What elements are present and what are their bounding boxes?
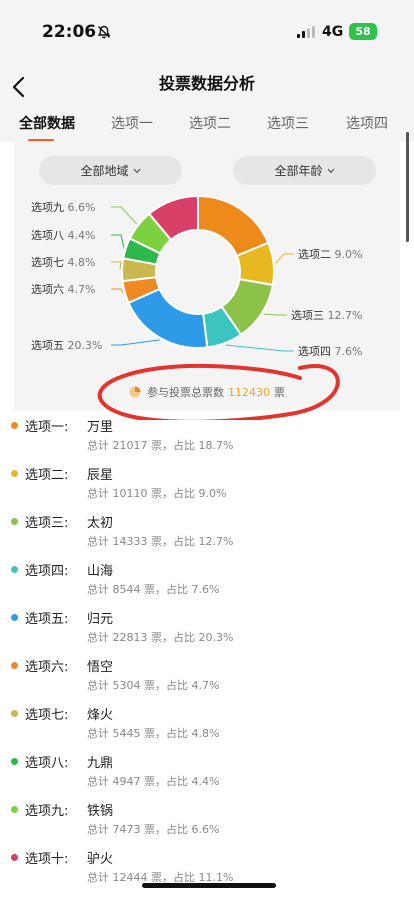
color-dot — [11, 662, 18, 669]
item-detail: 总计 5445 票，占比 4.8% — [87, 727, 220, 740]
leader-line — [111, 339, 160, 346]
leader-line — [275, 253, 294, 264]
item-label: 选项八: — [25, 756, 69, 771]
list-item: 选项四: 山海总计 8544 票，占比 7.6% — [0, 556, 414, 604]
total-suffix: 票 — [274, 386, 285, 399]
list-item: 选项三: 太初总计 14333 票，占比 12.7% — [0, 508, 414, 556]
item-label: 选项一: — [25, 420, 69, 435]
item-label: 选项二: — [25, 468, 69, 483]
item-name: 太初 — [87, 516, 114, 531]
item-detail: 总计 5304 票，占比 4.7% — [87, 679, 220, 692]
color-dot — [11, 854, 18, 861]
total-value: 112430 — [228, 385, 270, 399]
slice-label: 选项八 4.4% — [31, 229, 95, 242]
pie-chart-icon — [129, 386, 141, 398]
slice-label: 选项五 20.3% — [31, 339, 102, 352]
item-label: 选项四: — [25, 564, 69, 579]
item-name: 归元 — [87, 612, 114, 627]
home-indicator — [142, 883, 276, 888]
slice-percent: 6.6% — [68, 201, 96, 214]
item-name: 驴火 — [87, 852, 114, 867]
item-label: 选项三: — [25, 516, 69, 531]
item-detail: 总计 10110 票，占比 9.0% — [87, 487, 227, 500]
list-item: 选项一: 万里总计 21017 票，占比 18.7% — [0, 412, 414, 460]
color-dot — [11, 566, 18, 573]
slice-percent: 9.0% — [335, 248, 363, 261]
total-votes: 参与投票总票数 112430 票 — [0, 380, 414, 404]
list-item: 选项六: 悟空总计 5304 票，占比 4.7% — [0, 652, 414, 700]
slice-percent: 4.7% — [68, 283, 96, 296]
item-label: 选项六: — [25, 660, 69, 675]
slice-percent: 12.7% — [328, 309, 363, 322]
color-dot — [11, 758, 18, 765]
total-prefix: 参与投票总票数 — [147, 386, 224, 399]
vote-donut-chart: 选项二 9.0% 选项三 12.7% 选项四 7.6% 选项五 20.3% 选项六 4.… — [31, 194, 362, 420]
leader-line — [111, 234, 125, 248]
item-label: 选项十: — [25, 852, 69, 867]
color-dot — [11, 710, 18, 717]
leader-line — [111, 206, 137, 225]
slice-label: 选项三 12.7% — [291, 309, 362, 322]
list-item: 选项二: 辰星总计 10110 票，占比 9.0% — [0, 460, 414, 508]
color-dot — [11, 518, 18, 525]
item-name: 烽火 — [87, 708, 114, 723]
item-detail: 总计 7473 票，占比 6.6% — [87, 823, 220, 836]
item-detail: 总计 8544 票，占比 7.6% — [87, 583, 220, 596]
slice-percent: 4.8% — [68, 256, 96, 269]
leader-line — [111, 288, 124, 293]
slice-label: 选项四 7.6% — [298, 345, 362, 358]
color-dot — [11, 422, 18, 429]
slice-label: 选项七 4.8% — [31, 256, 95, 269]
item-detail: 总计 22813 票，占比 20.3% — [87, 631, 234, 644]
slice-label: 选项九 6.6% — [31, 201, 95, 214]
slice-label: 选项六 4.7% — [31, 283, 95, 296]
leader-line — [111, 261, 122, 270]
item-detail: 总计 21017 票，占比 18.7% — [87, 439, 234, 452]
item-detail: 总计 14333 票，占比 12.7% — [87, 535, 234, 548]
list-item: 选项七: 烽火总计 5445 票，占比 4.8% — [0, 700, 414, 748]
item-label: 选项五: — [25, 612, 69, 627]
item-name: 悟空 — [87, 660, 114, 675]
color-dot — [11, 806, 18, 813]
item-detail: 总计 4947 票，占比 4.4% — [87, 775, 220, 788]
slice-label: 选项二 9.0% — [298, 248, 362, 261]
item-label: 选项九: — [25, 804, 69, 819]
slice-percent: 4.4% — [68, 229, 96, 242]
list-item: 选项九: 铁锅总计 7473 票，占比 6.6% — [0, 796, 414, 844]
leader-line — [225, 344, 294, 352]
list-item: 选项八: 九鼎总计 4947 票，占比 4.4% — [0, 748, 414, 796]
item-name: 山海 — [87, 564, 114, 579]
item-name: 铁锅 — [87, 804, 114, 819]
slice-percent: 7.6% — [335, 345, 363, 358]
item-label: 选项七: — [25, 708, 69, 723]
item-name: 九鼎 — [87, 756, 114, 771]
leader-line — [263, 313, 287, 316]
slice-percent: 20.3% — [68, 339, 103, 352]
color-dot — [11, 470, 18, 477]
list-item: 选项五: 归元总计 22813 票，占比 20.3% — [0, 604, 414, 652]
item-name: 辰星 — [87, 468, 114, 483]
color-dot — [11, 614, 18, 621]
item-name: 万里 — [87, 420, 114, 435]
